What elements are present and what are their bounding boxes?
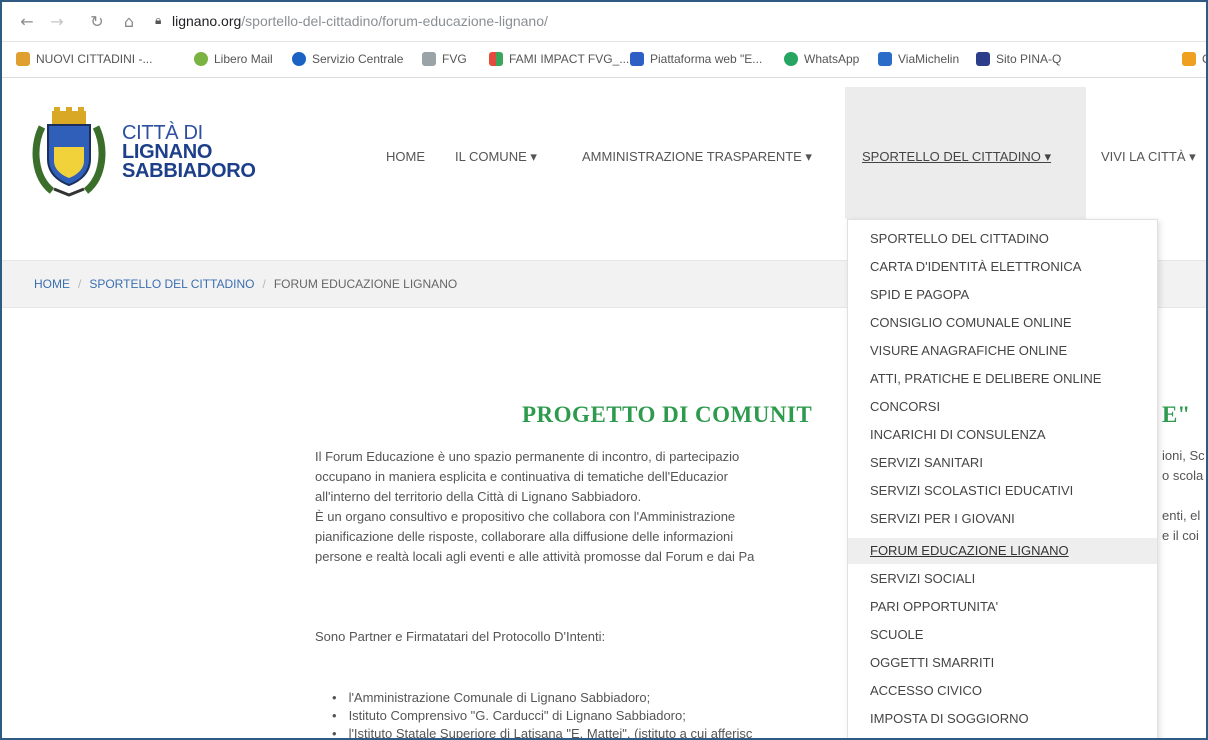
bookmark-item[interactable]: Piattaforma web "E... [630, 52, 762, 66]
menu-vivi-la-citta[interactable]: VIVI LA CITTÀ ▾ [1101, 149, 1196, 165]
page-heading: PROGETTO DI COMUNIT [522, 402, 813, 427]
partners-intro: Sono Partner e Firmatatari del Protocoll… [315, 629, 606, 644]
dropdown-item-incarichi[interactable]: INCARICHI DI CONSULENZA [848, 422, 1157, 448]
whatsapp-icon [784, 52, 798, 66]
url-field[interactable]: lignano.org/sportello-del-cittadino/foru… [172, 13, 548, 29]
list-item: • l'Istituto Statale Superiore di Latisan… [332, 726, 752, 740]
paragraph-line-tail: ioni, Sc [1162, 448, 1205, 463]
list-item: • l'Amministrazione Comunale di Lignano S… [332, 690, 752, 708]
back-icon[interactable]: ← [18, 13, 36, 31]
menu-il-comune[interactable]: IL COMUNE ▾ [455, 149, 537, 165]
menu-amministrazione-trasparente[interactable]: AMMINISTRAZIONE TRASPARENTE ▾ [582, 149, 812, 165]
dropdown-item-accesso-civico[interactable]: ACCESSO CIVICO [848, 678, 1157, 704]
city-crest-logo[interactable] [30, 107, 108, 197]
bookmark-icon [422, 52, 436, 66]
bookmark-item[interactable]: Sito PINA-Q [976, 52, 1061, 66]
site-header: CITTÀ DI LIGNANO SABBIADORO HOME IL COMU… [2, 79, 1206, 219]
bookmark-item[interactable]: FAMI IMPACT FVG_... [489, 52, 629, 66]
bookmark-item[interactable]: C [1182, 52, 1206, 66]
paragraph-line: Il Forum Educazione è uno spazio permane… [315, 449, 740, 464]
breadcrumb-separator: / [78, 277, 82, 291]
bookmark-item[interactable]: ViaMichelin [878, 52, 959, 66]
dropdown-item-scuole[interactable]: SCUOLE [848, 622, 1157, 648]
dropdown-item-carta-identita[interactable]: CARTA D'IDENTITÀ ELETTRONICA [848, 254, 1157, 280]
page-heading-tail: E" [1162, 402, 1191, 427]
bookmark-item[interactable]: Servizio Centrale [292, 52, 403, 66]
bookmarks-bar: NUOVI CITTADINI -... Libero Mail Servizi… [2, 42, 1206, 78]
bookmark-item[interactable]: Libero Mail [194, 52, 273, 66]
address-bar-row: ← → ↻ ⌂ 🔒︎ lignano.org/sportello-del-cit… [2, 2, 1206, 42]
partners-list: • l'Amministrazione Comunale di Lignano S… [332, 690, 752, 740]
paragraph-line: occupano in maniera esplicita e continua… [315, 469, 728, 484]
bookmark-icon [16, 52, 30, 66]
bullet-marker: • [332, 690, 337, 705]
dropdown-item-spid-pagopa[interactable]: SPID E PAGOPA [848, 282, 1157, 308]
paragraph-line-tail: o scola [1162, 468, 1204, 483]
paragraph-line-tail: e il coi [1162, 528, 1199, 543]
dropdown-item-servizi-scolastici[interactable]: SERVIZI SCOLASTICI EDUCATIVI [848, 478, 1157, 504]
bookmark-item[interactable]: FVG [422, 52, 467, 66]
paragraph-line: pianificazione delle risposte, collabora… [315, 529, 734, 544]
bullet-marker: • [332, 708, 337, 723]
list-item: • Istituto Comprensivo "G. Carducci" di L… [332, 708, 752, 726]
dropdown-item-oggetti-smarriti[interactable]: OGGETTI SMARRITI [848, 650, 1157, 676]
browser-window: ← → ↻ ⌂ 🔒︎ lignano.org/sportello-del-cit… [0, 0, 1208, 740]
menu-home[interactable]: HOME [386, 149, 425, 164]
url-host: lignano.org [172, 13, 242, 29]
paragraph-line: all'interno del territorio della Città d… [315, 489, 642, 504]
bookmark-item[interactable]: NUOVI CITTADINI -... [16, 52, 152, 66]
reload-icon[interactable]: ↻ [88, 13, 106, 31]
dropdown-item-atti-pratiche[interactable]: ATTI, PRATICHE E DELIBERE ONLINE [848, 366, 1157, 392]
url-path: /sportello-del-cittadino/forum-educazion… [241, 13, 548, 29]
dropdown-item-servizi-sanitari[interactable]: SERVIZI SANITARI [848, 450, 1157, 476]
bullet-marker: • [332, 726, 337, 740]
city-name-logo-text[interactable]: CITTÀ DI LIGNANO SABBIADORO [122, 123, 256, 182]
paragraph-line: persone e realtà locali agli eventi e al… [315, 549, 755, 564]
breadcrumb-home[interactable]: HOME [34, 277, 70, 291]
bookmark-icon [489, 52, 503, 66]
paragraph-line: È un organo consultivo e propositivo che… [315, 509, 736, 524]
sportello-dropdown-menu: SPORTELLO DEL CITTADINO CARTA D'IDENTITÀ… [847, 219, 1158, 738]
home-icon[interactable]: ⌂ [120, 13, 138, 31]
breadcrumb-current: FORUM EDUCAZIONE LIGNANO [273, 277, 458, 291]
dropdown-item-visure-anagrafiche[interactable]: VISURE ANAGRAFICHE ONLINE [848, 338, 1157, 364]
bookmark-icon [292, 52, 306, 66]
dropdown-item-sportello-del-cittadino[interactable]: SPORTELLO DEL CITTADINO [848, 226, 1157, 252]
bookmark-item[interactable]: WhatsApp [784, 52, 859, 66]
bookmark-icon [630, 52, 644, 66]
breadcrumb-section[interactable]: SPORTELLO DEL CITTADINO [89, 277, 254, 291]
dropdown-item-imposta-soggiorno[interactable]: IMPOSTA DI SOGGIORNO [848, 706, 1157, 732]
forward-icon[interactable]: → [48, 13, 66, 31]
dropdown-item-pari-opportunita[interactable]: PARI OPPORTUNITA' [848, 594, 1157, 620]
breadcrumb-separator: / [262, 277, 266, 291]
bookmark-icon [878, 52, 892, 66]
lock-icon: 🔒︎ [155, 13, 162, 27]
dropdown-item-servizi-giovani[interactable]: SERVIZI PER I GIOVANI [848, 506, 1157, 532]
dropdown-item-concorsi[interactable]: CONCORSI [848, 394, 1157, 420]
paragraph-line-tail: enti, el [1162, 508, 1201, 523]
dropdown-item-forum-educazione[interactable]: FORUM EDUCAZIONE LIGNANO [848, 538, 1157, 564]
dropdown-item-consiglio-comunale[interactable]: CONSIGLIO COMUNALE ONLINE [848, 310, 1157, 336]
dropdown-item-servizi-sociali[interactable]: SERVIZI SOCIALI [848, 566, 1157, 592]
bookmark-icon [194, 52, 208, 66]
bookmark-icon [976, 52, 990, 66]
bookmark-icon [1182, 52, 1196, 66]
logo-line-3: SABBIADORO [122, 160, 256, 182]
menu-sportello-del-cittadino[interactable]: SPORTELLO DEL CITTADINO ▾ [862, 149, 1051, 165]
